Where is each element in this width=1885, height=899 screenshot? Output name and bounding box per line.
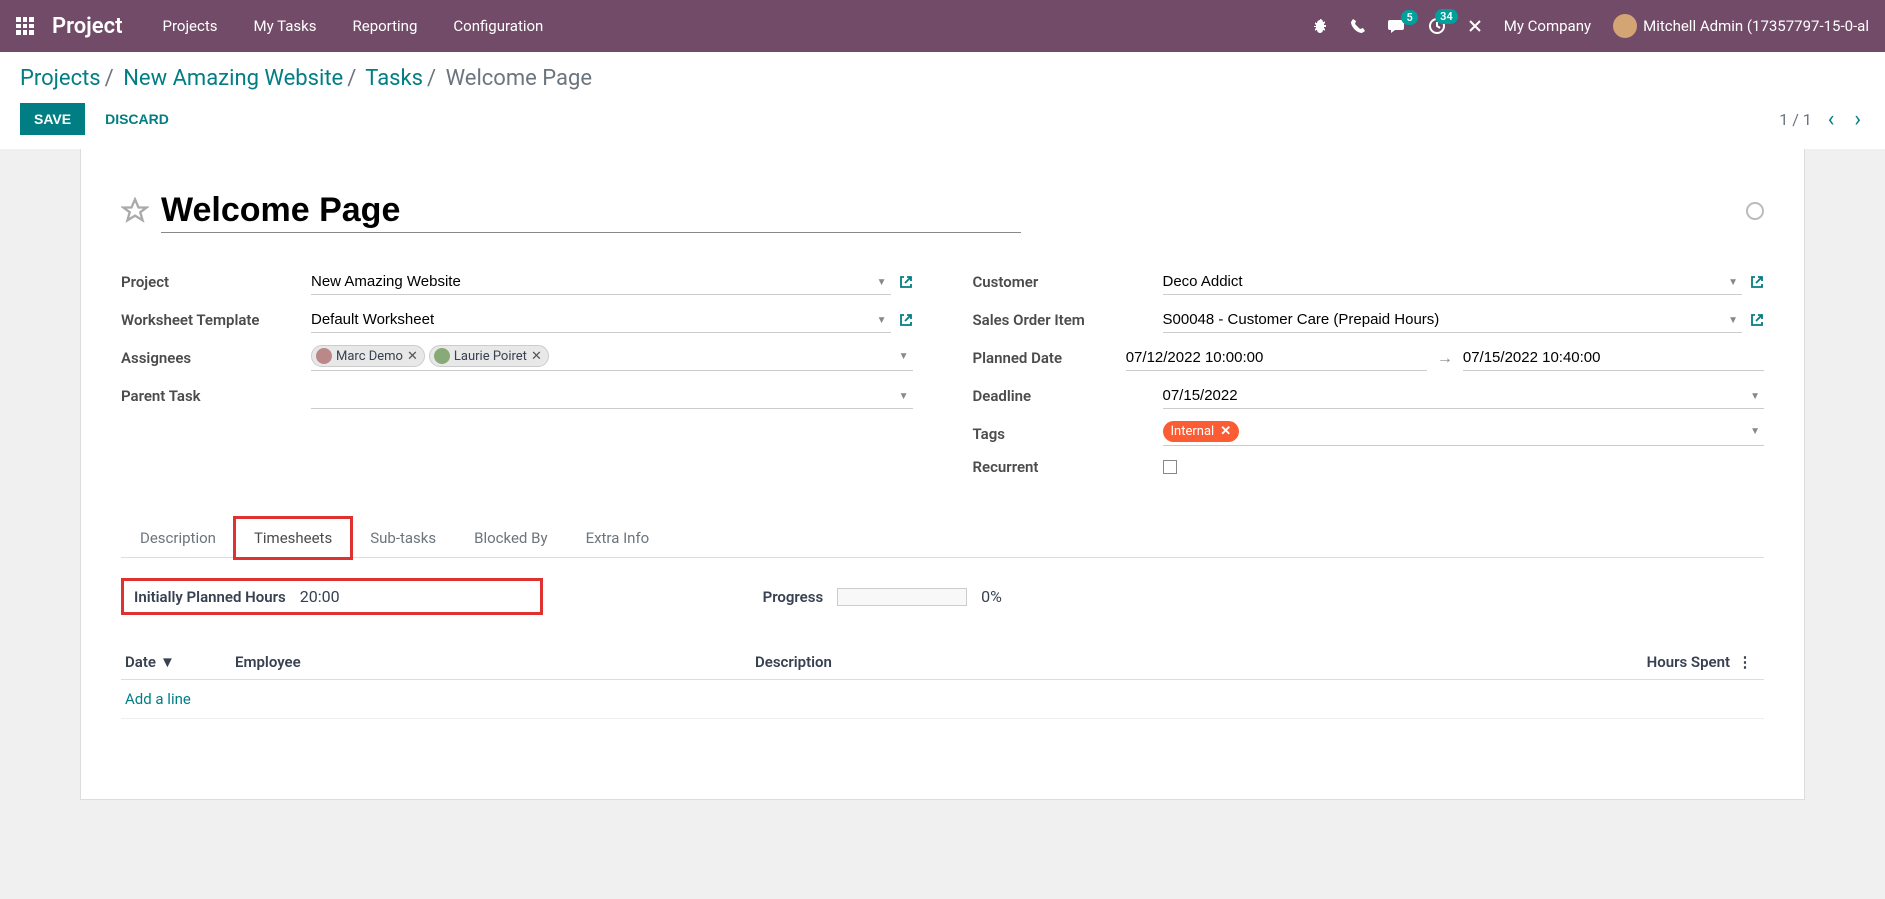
external-link-icon[interactable] <box>1750 313 1764 327</box>
crumb-tasks[interactable]: Tasks <box>365 66 423 91</box>
planned-end-field[interactable] <box>1463 345 1764 371</box>
tab-extra-info[interactable]: Extra Info <box>567 518 669 557</box>
tag-internal: Internal✕ <box>1163 421 1240 442</box>
so-item-field[interactable] <box>1163 307 1743 333</box>
external-link-icon[interactable] <box>899 313 913 327</box>
assignees-field[interactable]: Marc Demo✕ Laurie Poiret✕ ▼ <box>311 345 913 371</box>
col-hours-spent[interactable]: Hours Spent <box>1600 653 1730 671</box>
label-assignees: Assignees <box>121 349 311 367</box>
bug-icon[interactable] <box>1312 18 1328 34</box>
sort-desc-icon: ▼ <box>160 653 175 671</box>
col-date[interactable]: Date ▼ <box>125 653 235 671</box>
label-planned-hours: Initially Planned Hours <box>134 588 286 606</box>
tab-description[interactable]: Description <box>121 518 235 557</box>
progress-value: 0% <box>981 587 1002 606</box>
label-so-item: Sales Order Item <box>973 311 1163 329</box>
label-deadline: Deadline <box>973 387 1163 405</box>
pager-text: 1 / 1 <box>1779 110 1812 129</box>
tabs: Description Timesheets Sub-tasks Blocked… <box>121 518 1764 558</box>
app-brand[interactable]: Project <box>52 14 123 39</box>
company-switcher[interactable]: My Company <box>1504 17 1591 35</box>
remove-icon[interactable]: ✕ <box>531 349 542 364</box>
planned-hours-group: Initially Planned Hours 20:00 <box>121 578 543 615</box>
tab-timesheets[interactable]: Timesheets <box>235 518 351 558</box>
worksheet-field[interactable] <box>311 307 891 333</box>
kebab-icon[interactable]: ⋮ <box>1730 653 1760 671</box>
timesheet-table-head: Date ▼ Employee Description Hours Spent … <box>121 645 1764 680</box>
star-icon[interactable] <box>121 197 149 225</box>
customer-field[interactable] <box>1163 269 1743 295</box>
task-title-input[interactable] <box>161 189 1021 233</box>
activity-badge: 34 <box>1435 9 1458 24</box>
user-menu[interactable]: Mitchell Admin (17357797-15-0-al <box>1613 14 1869 38</box>
avatar <box>1613 14 1637 38</box>
crumb-projects[interactable]: Projects <box>20 66 101 91</box>
crumb-current: Welcome Page <box>446 66 592 91</box>
pager-prev[interactable]: ‹ <box>1824 107 1839 132</box>
form-card: Project ▼ Worksheet Template ▼ Assignees… <box>80 149 1805 800</box>
col-employee[interactable]: Employee <box>235 653 755 671</box>
parent-task-field[interactable] <box>311 383 913 409</box>
label-tags: Tags <box>973 425 1163 443</box>
breadcrumb: Projects/ New Amazing Website/ Tasks/ We… <box>20 66 1865 91</box>
recurrent-checkbox[interactable] <box>1163 460 1177 474</box>
tab-sub-tasks[interactable]: Sub-tasks <box>351 518 455 557</box>
nav-projects[interactable]: Projects <box>163 17 218 35</box>
remove-icon[interactable]: ✕ <box>1220 424 1231 439</box>
pager-next[interactable]: › <box>1850 107 1865 132</box>
close-icon[interactable] <box>1468 19 1482 33</box>
caret-icon: ▼ <box>899 351 909 362</box>
activity-icon[interactable]: 34 <box>1428 17 1446 35</box>
label-project: Project <box>121 273 311 291</box>
nav-my-tasks[interactable]: My Tasks <box>254 17 317 35</box>
external-link-icon[interactable] <box>1750 275 1764 289</box>
crumb-new-amazing[interactable]: New Amazing Website <box>123 66 343 91</box>
tab-content: Initially Planned Hours 20:00 Progress 0… <box>121 558 1764 719</box>
messaging-icon[interactable]: 5 <box>1388 18 1406 34</box>
planned-hours-value[interactable]: 20:00 <box>300 587 340 606</box>
caret-icon: ▼ <box>1750 426 1760 437</box>
progress-bar <box>837 588 967 606</box>
remove-icon[interactable]: ✕ <box>407 349 418 364</box>
topbar-right: 5 34 My Company Mitchell Admin (17357797… <box>1312 14 1869 38</box>
chat-badge: 5 <box>1401 10 1417 25</box>
col-description[interactable]: Description <box>755 653 1600 671</box>
topbar: Project Projects My Tasks Reporting Conf… <box>0 0 1885 52</box>
tags-field[interactable]: Internal✕ ▼ <box>1163 421 1765 446</box>
subheader: Projects/ New Amazing Website/ Tasks/ We… <box>0 52 1885 149</box>
label-worksheet: Worksheet Template <box>121 311 311 329</box>
nav-configuration[interactable]: Configuration <box>453 17 543 35</box>
label-customer: Customer <box>973 273 1163 291</box>
add-line-button[interactable]: Add a line <box>121 680 1764 719</box>
external-link-icon[interactable] <box>899 275 913 289</box>
deadline-field[interactable] <box>1163 383 1765 409</box>
tab-blocked-by[interactable]: Blocked By <box>455 518 566 557</box>
apps-icon[interactable] <box>16 17 34 35</box>
planned-start-field[interactable] <box>1126 345 1427 371</box>
progress-group: Progress 0% <box>763 578 1002 615</box>
assignee-tag: Laurie Poiret✕ <box>429 345 549 367</box>
discard-button[interactable]: DISCARD <box>105 111 169 127</box>
label-parent-task: Parent Task <box>121 387 311 405</box>
pager: 1 / 1 ‹ › <box>1779 107 1865 132</box>
assignee-tag: Marc Demo✕ <box>311 345 425 367</box>
nav-links: Projects My Tasks Reporting Configuratio… <box>163 17 544 35</box>
arrow-right-icon: → <box>1437 348 1453 368</box>
action-bar: SAVE DISCARD 1 / 1 ‹ › <box>20 103 1865 149</box>
nav-reporting[interactable]: Reporting <box>353 17 418 35</box>
label-recurrent: Recurrent <box>973 458 1163 476</box>
save-button[interactable]: SAVE <box>20 103 85 135</box>
label-progress: Progress <box>763 588 824 606</box>
phone-icon[interactable] <box>1350 18 1366 34</box>
label-planned-date: Planned Date <box>973 349 1126 367</box>
project-field[interactable] <box>311 269 891 295</box>
user-name: Mitchell Admin (17357797-15-0-al <box>1643 17 1869 35</box>
stage-indicator[interactable] <box>1746 202 1764 220</box>
